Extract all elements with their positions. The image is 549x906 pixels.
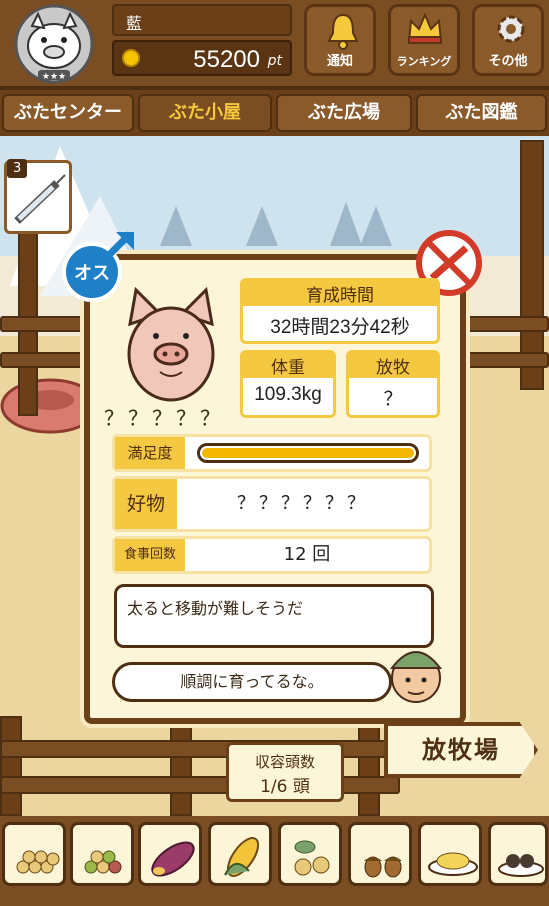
meals-value: 12 回: [283, 544, 331, 565]
capacity-value: 1/6 頭: [260, 777, 310, 797]
coin-icon: [122, 49, 140, 67]
meals-label: 食事回数: [115, 539, 185, 571]
ranking-button[interactable]: ランキング: [388, 4, 460, 76]
svg-text:★★★: ★★★: [42, 72, 66, 82]
ranch-sign-button[interactable]: 放牧場: [384, 722, 538, 778]
pig-portrait: [127, 286, 215, 402]
ranking-label: ランキング: [396, 55, 452, 68]
feed-soybeans[interactable]: [2, 822, 66, 886]
player-name: 藍: [112, 4, 292, 36]
pasture-value: ？: [383, 389, 403, 410]
chestnuts-icon: [294, 840, 330, 876]
notification-label: 通知: [326, 54, 353, 69]
main-tabs: ぶたセンター ぶた小屋 ぶた広場 ぶた図鑑: [0, 90, 549, 136]
satisfaction-bar-fill: [202, 448, 414, 458]
weight-value: 109.3kg: [254, 384, 322, 405]
feed-corn[interactable]: [208, 822, 272, 886]
sweet-potato-icon: [151, 841, 195, 877]
growth-time-value: 32時間23分42秒: [270, 317, 410, 338]
other-label: その他: [488, 54, 528, 69]
growth-time-label: 育成時間: [243, 281, 437, 306]
gear-icon: [497, 15, 525, 43]
feed-rice-bowl[interactable]: [418, 822, 482, 886]
farmer-icon: [389, 651, 443, 703]
growth-time-box: 育成時間 32時間23分42秒: [240, 278, 440, 344]
feed-chestnuts[interactable]: [278, 822, 342, 886]
pig-thought-bubble: 太ると移動が難しそうだ: [114, 584, 434, 648]
mixed-beans-icon: [84, 850, 122, 874]
favorite-value: ？？？？？？: [237, 493, 369, 514]
syringe-icon: [14, 174, 66, 224]
feed-berries[interactable]: [488, 822, 548, 886]
weight-box: 体重 109.3kg: [240, 350, 336, 418]
feed-sweet-potato[interactable]: [138, 822, 202, 886]
weight-label: 体重: [243, 353, 333, 378]
farmer-comment-bubble: 順調に育ってるな。: [112, 662, 392, 702]
capacity-sign: 収容頭数 1/6 頭: [226, 742, 344, 802]
other-button[interactable]: その他: [472, 4, 544, 76]
crown-icon: [407, 12, 443, 44]
soybeans-icon: [16, 850, 60, 874]
notification-button[interactable]: 通知: [304, 4, 376, 76]
meals-row: 食事回数 12 回: [112, 536, 432, 574]
feed-acorns[interactable]: [348, 822, 412, 886]
feed-mixed-beans[interactable]: [70, 822, 134, 886]
points-display: 55200 pt: [112, 40, 292, 76]
corn-icon: [224, 837, 260, 877]
pig-avatar-icon[interactable]: ★★★: [6, 4, 106, 84]
berries-plate-icon: [498, 854, 544, 877]
tab-pig-house[interactable]: ぶた小屋: [138, 94, 272, 132]
pasture-box: 放牧 ？: [346, 350, 440, 418]
tab-pig-encyclopedia[interactable]: ぶた図鑑: [416, 94, 547, 132]
pasture-label: 放牧: [349, 353, 437, 378]
bell-icon: [327, 13, 359, 50]
points-unit: pt: [267, 53, 282, 69]
favorite-label: 好物: [115, 479, 177, 529]
feed-bar: [0, 816, 549, 906]
points-value: 55200: [193, 46, 260, 73]
acorns-icon: [364, 856, 402, 878]
header: ★★★ 藍 55200 pt 通知 ランキング その他: [0, 0, 549, 90]
pig-name: ？？？？？: [104, 406, 224, 430]
svg-text:オス: オス: [74, 263, 110, 284]
injection-item[interactable]: 3: [4, 159, 72, 234]
tab-pig-center[interactable]: ぶたセンター: [2, 94, 134, 132]
favorite-row: 好物 ？？？？？？: [112, 476, 432, 532]
rice-bowl-icon: [428, 852, 478, 876]
tab-pig-plaza[interactable]: ぶた広場: [276, 94, 412, 132]
capacity-label: 収容頭数: [254, 753, 315, 771]
satisfaction-label: 満足度: [115, 437, 185, 469]
satisfaction-row: 満足度: [112, 434, 432, 472]
satisfaction-bar: [197, 443, 419, 463]
